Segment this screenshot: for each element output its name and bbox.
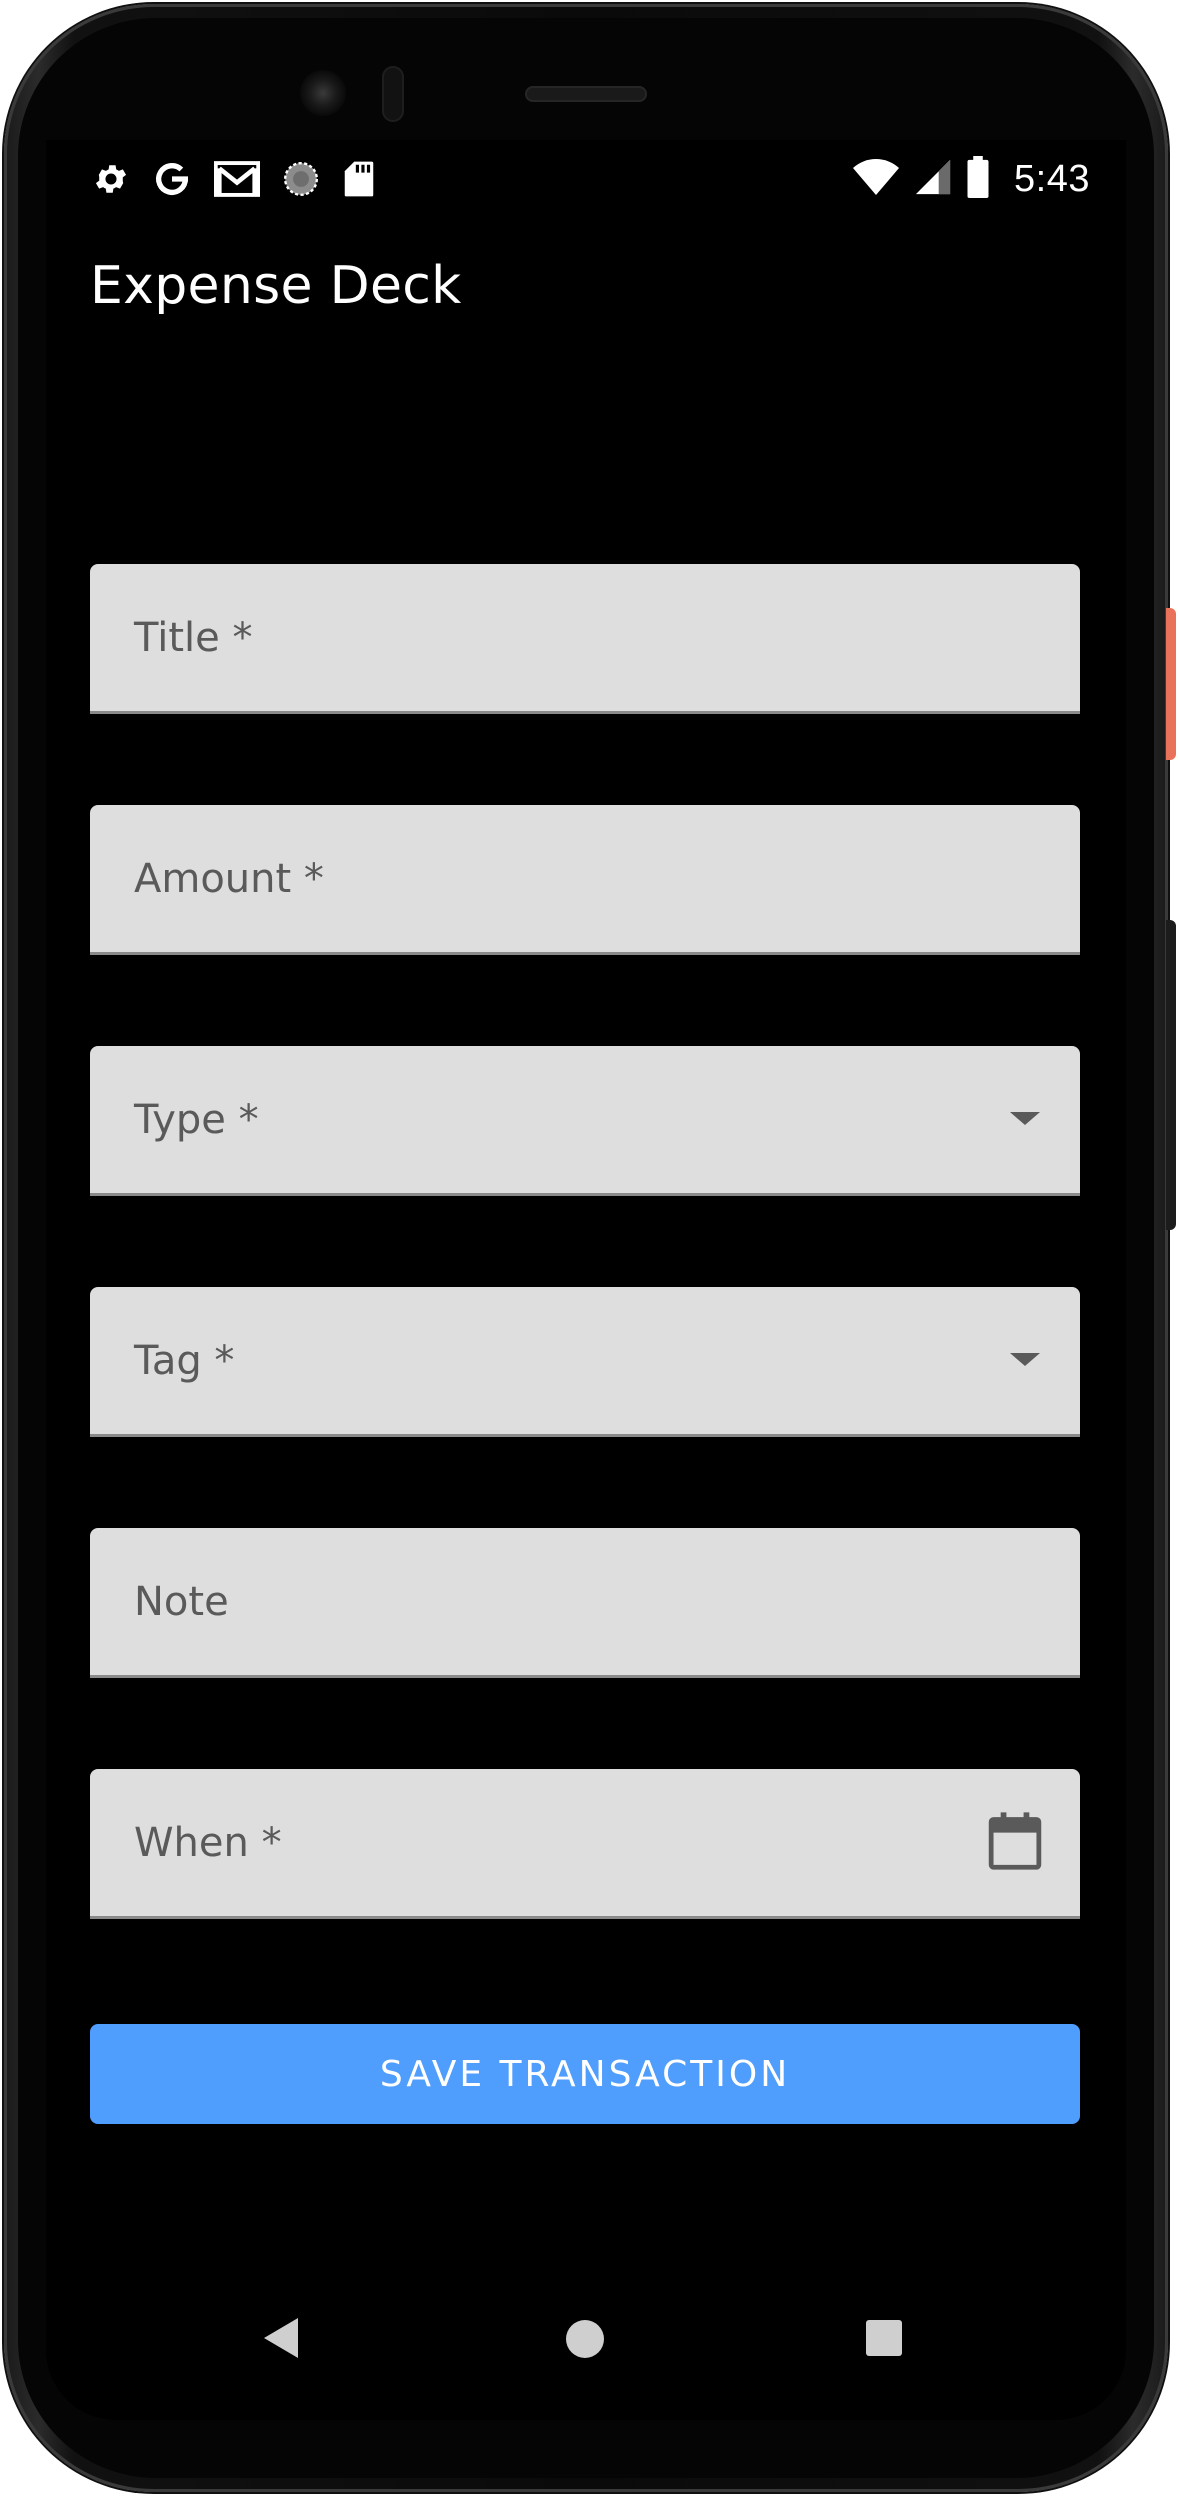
tag-select-label: Tag * xyxy=(134,1337,235,1384)
type-select-label: Type * xyxy=(134,1096,259,1143)
back-icon[interactable] xyxy=(264,2318,298,2358)
status-clock: 5:43 xyxy=(1014,157,1090,200)
sd-card-icon xyxy=(342,160,376,198)
calendar-icon[interactable] xyxy=(986,1810,1044,1876)
title-field[interactable]: Title * xyxy=(90,564,1080,714)
recents-icon[interactable] xyxy=(866,2320,902,2356)
dropdown-arrow-icon xyxy=(1010,1351,1040,1371)
system-icons: 5:43 xyxy=(852,154,1090,204)
front-camera xyxy=(300,70,346,116)
when-date-field[interactable]: When * xyxy=(90,1769,1080,1919)
screen: 5:43 Expense Deck Title * Amount * Type … xyxy=(46,140,1126,2420)
title-field-label: Title * xyxy=(134,614,253,661)
when-field-label: When * xyxy=(134,1819,282,1866)
notification-icons xyxy=(92,156,376,202)
power-button xyxy=(1166,608,1176,760)
app-title: Expense Deck xyxy=(90,256,462,316)
gmail-icon xyxy=(214,160,260,198)
note-field[interactable]: Note xyxy=(90,1528,1080,1678)
type-select[interactable]: Type * xyxy=(90,1046,1080,1196)
save-transaction-button[interactable]: SAVE TRANSACTION xyxy=(90,2024,1080,2124)
proximity-sensor xyxy=(382,66,404,122)
signal-icon xyxy=(914,158,952,200)
dropdown-arrow-icon xyxy=(1010,1110,1040,1130)
status-bar: 5:43 xyxy=(46,140,1126,220)
home-icon[interactable] xyxy=(566,2320,604,2358)
battery-icon xyxy=(966,156,990,202)
amount-field[interactable]: Amount * xyxy=(90,805,1080,955)
wifi-icon xyxy=(852,157,900,201)
earpiece-speaker xyxy=(525,86,647,102)
tag-select[interactable]: Tag * xyxy=(90,1287,1080,1437)
navigation-bar xyxy=(46,2290,1126,2390)
sync-progress-icon xyxy=(282,160,320,198)
google-g-icon xyxy=(152,159,192,199)
amount-field-label: Amount * xyxy=(134,855,324,902)
note-field-label: Note xyxy=(134,1578,229,1625)
volume-button xyxy=(1166,920,1176,1230)
gear-icon xyxy=(92,160,130,198)
